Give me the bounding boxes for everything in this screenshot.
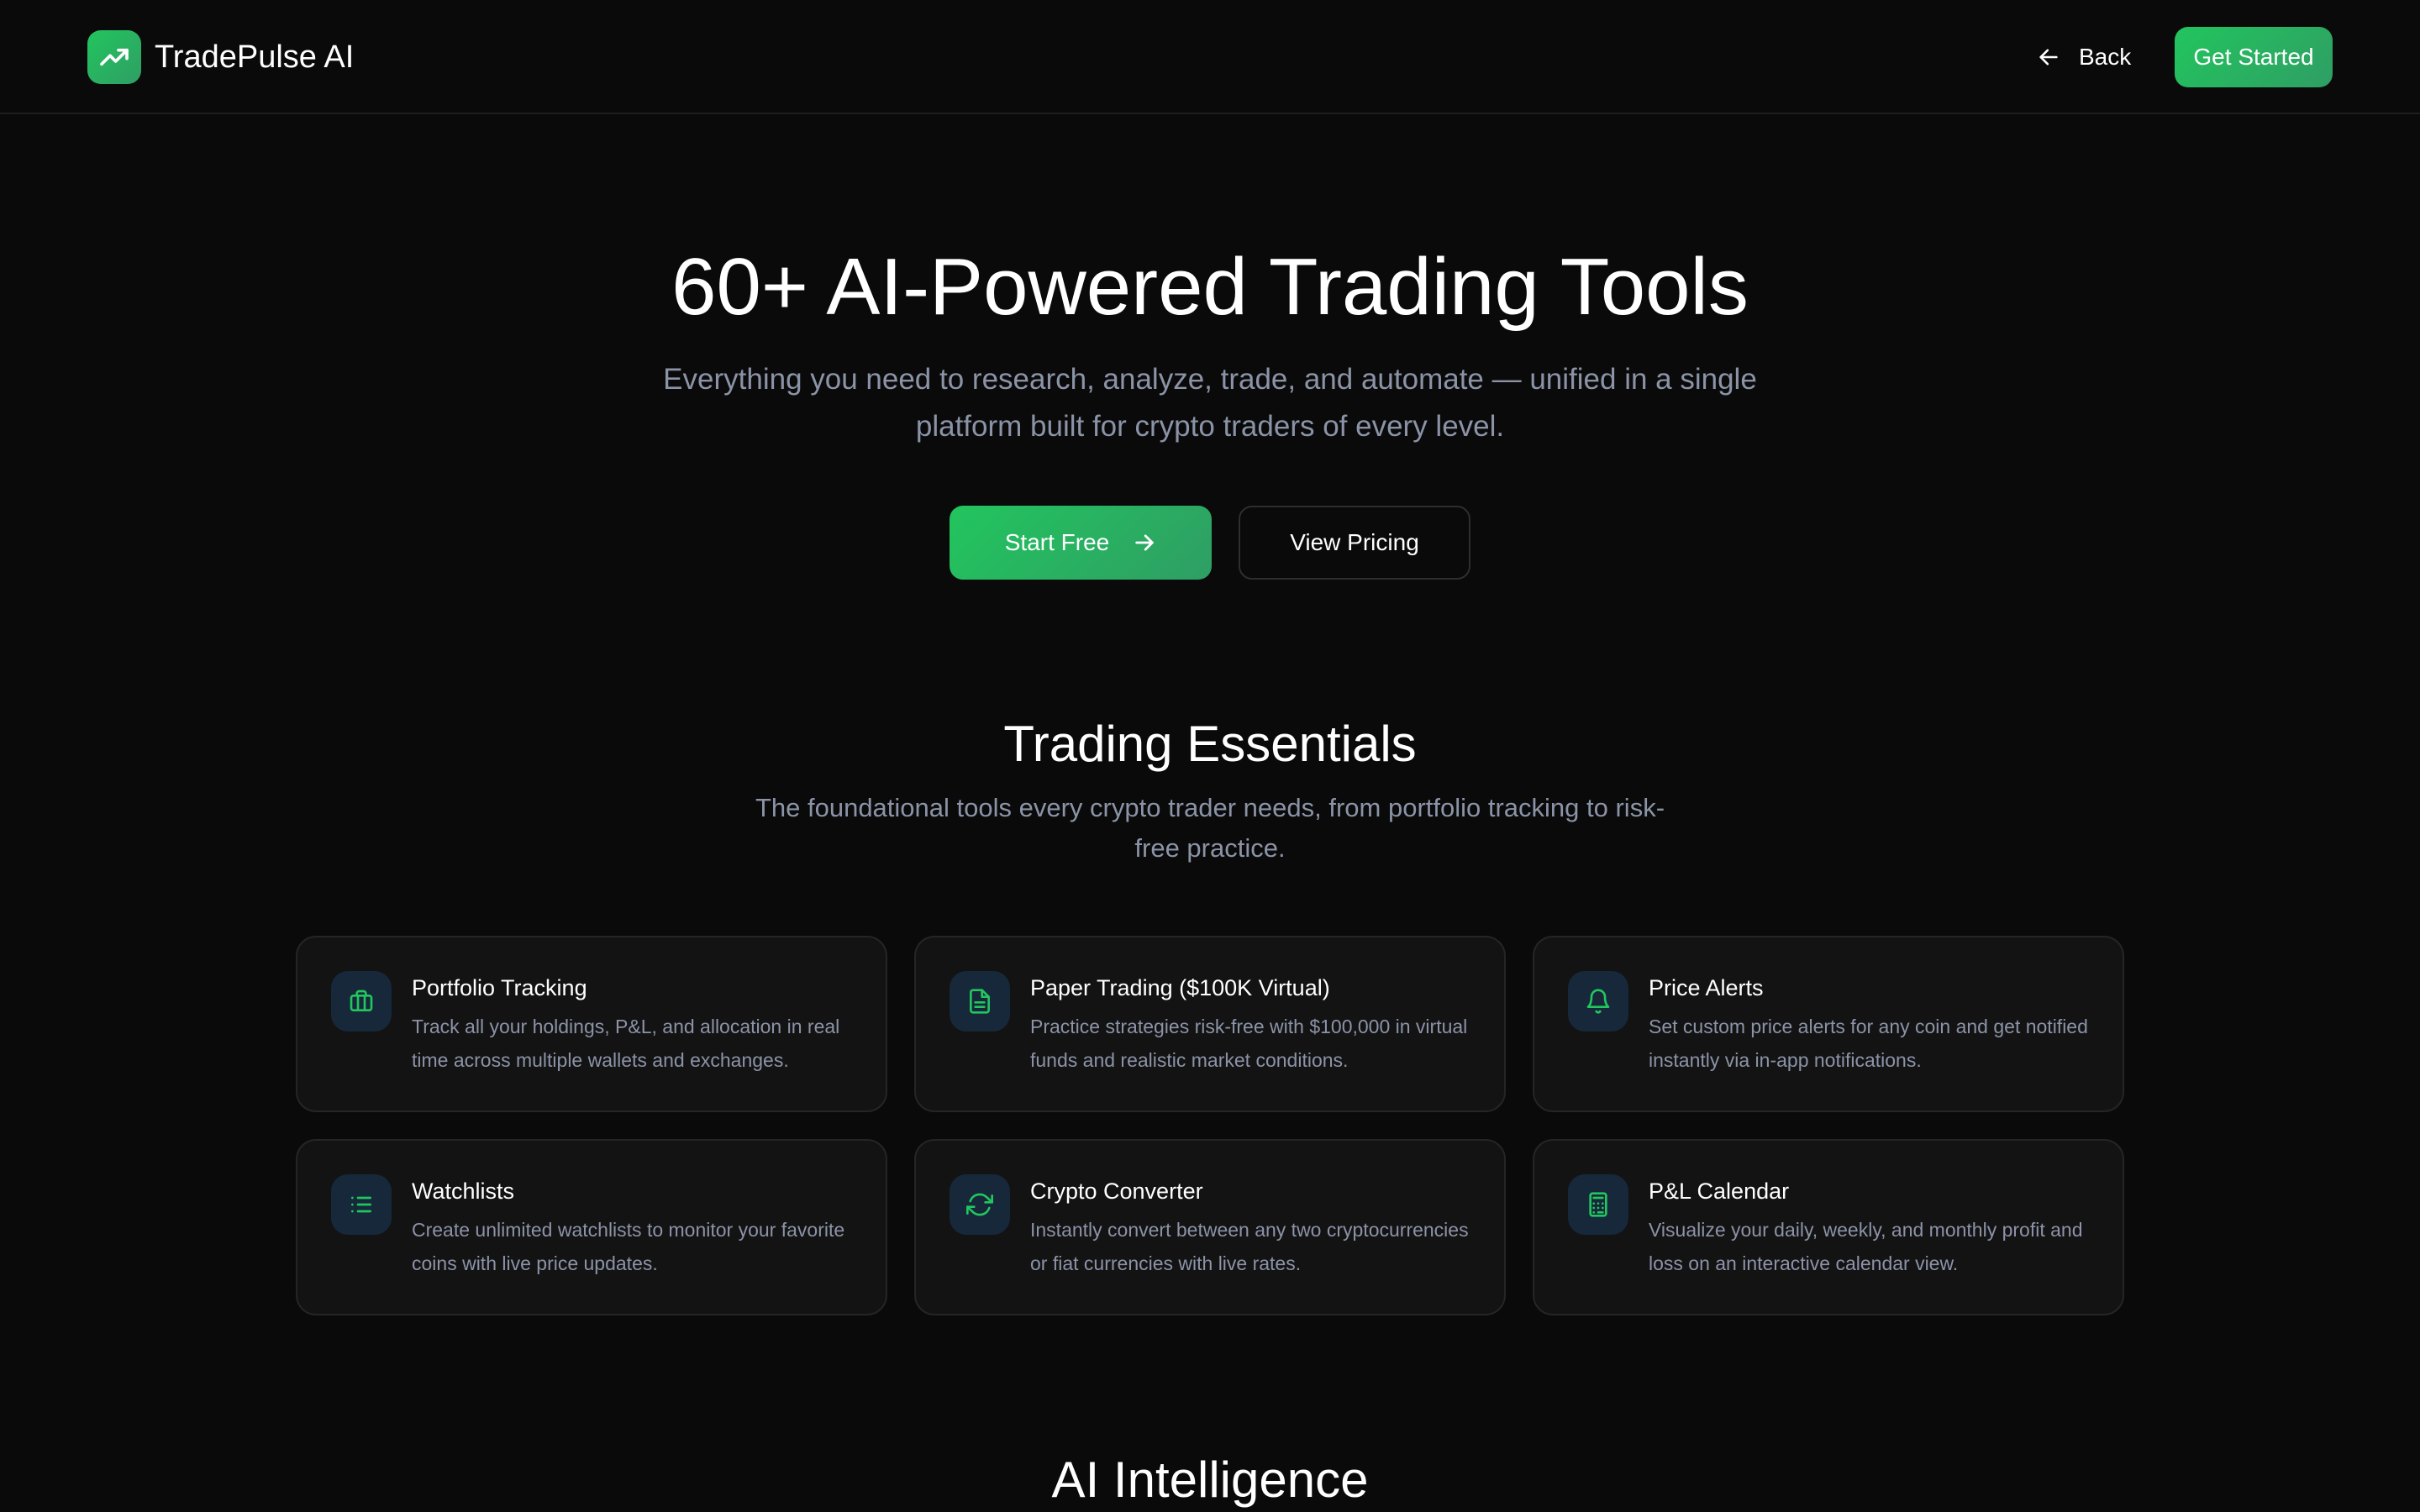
view-pricing-button[interactable]: View Pricing xyxy=(1239,506,1470,580)
feature-card-watchlists[interactable]: Watchlists Create unlimited watchlists t… xyxy=(296,1139,887,1315)
arrow-left-icon xyxy=(2039,49,2058,66)
calculator-icon xyxy=(1568,1174,1628,1235)
section-title-trading-essentials: Trading Essentials xyxy=(1003,716,1417,772)
section-subtitle-trading-essentials: The foundational tools every crypto trad… xyxy=(755,793,1665,863)
feature-card-portfolio-tracking[interactable]: Portfolio Tracking Track all your holdin… xyxy=(296,936,887,1112)
card-description: Create unlimited watchlists to monitor y… xyxy=(412,1219,845,1274)
top-navigation-bar: TradePulse AI Back Get Started xyxy=(0,0,2420,114)
section-title-ai-intelligence: AI Intelligence xyxy=(1051,1452,1369,1508)
logo[interactable] xyxy=(87,30,141,84)
feature-card-price-alerts[interactable]: Price Alerts Set custom price alerts for… xyxy=(1533,936,2124,1112)
document-icon xyxy=(950,971,1010,1032)
brand-name[interactable]: TradePulse AI xyxy=(155,34,354,81)
trending-up-icon xyxy=(100,48,129,66)
card-description: Track all your holdings, P&L, and alloca… xyxy=(412,1016,840,1071)
bell-icon xyxy=(1568,971,1628,1032)
back-label: Back xyxy=(2079,44,2132,70)
card-description: Set custom price alerts for any coin and… xyxy=(1649,1016,2088,1071)
card-description: Instantly convert between any two crypto… xyxy=(1030,1219,1469,1274)
feature-card-pl-calendar[interactable]: P&L Calendar Visualize your daily, weekl… xyxy=(1533,1139,2124,1315)
card-description: Visualize your daily, weekly, and monthl… xyxy=(1649,1219,2083,1274)
feature-card-crypto-converter[interactable]: Crypto Converter Instantly convert betwe… xyxy=(914,1139,1506,1315)
start-free-button[interactable]: Start Free xyxy=(950,506,1212,580)
card-description: Practice strategies risk-free with $100,… xyxy=(1030,1016,1468,1071)
arrow-right-icon xyxy=(1135,534,1154,551)
card-title: Price Alerts xyxy=(1649,975,1764,1000)
hero-title: 60+ AI-Powered Trading Tools xyxy=(671,242,1749,332)
card-title: Crypto Converter xyxy=(1030,1179,1203,1204)
card-title: Paper Trading ($100K Virtual) xyxy=(1030,975,1330,1000)
feature-card-paper-trading[interactable]: Paper Trading ($100K Virtual) Practice s… xyxy=(914,936,1506,1112)
refresh-icon xyxy=(950,1174,1010,1235)
card-title: Watchlists xyxy=(412,1179,515,1204)
card-title: Portfolio Tracking xyxy=(412,975,587,1000)
list-icon xyxy=(331,1174,392,1235)
card-title: P&L Calendar xyxy=(1649,1179,1790,1204)
hero-subtitle: Everything you need to research, analyze… xyxy=(663,363,1757,443)
briefcase-icon xyxy=(331,971,392,1032)
start-free-label: Start Free xyxy=(1004,529,1110,555)
back-button[interactable]: Back xyxy=(2037,37,2131,77)
get-started-button[interactable]: Get Started xyxy=(2175,27,2333,87)
